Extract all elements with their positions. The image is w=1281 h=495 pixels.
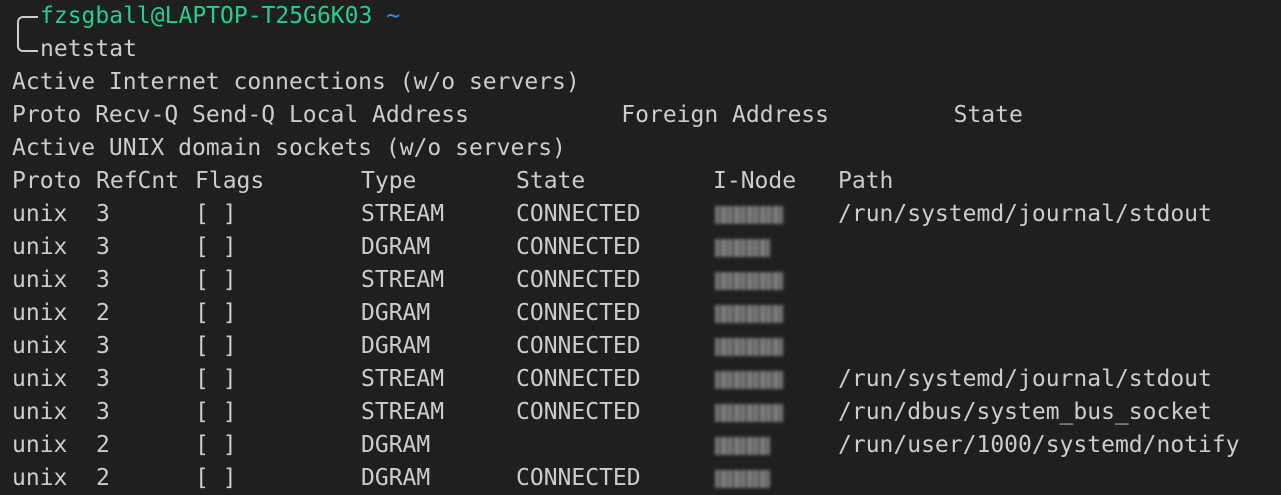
table-row: unix 3 [ ] STREAM CONNECTED/run/systemd/jour… — [0, 198, 1281, 231]
cell-flags: [ ] — [195, 465, 237, 491]
column-state: State — [516, 168, 586, 194]
cell-flags: [ ] — [195, 201, 237, 227]
cell-refcnt: 2 — [96, 465, 110, 491]
cell-flags: [ ] — [195, 267, 237, 293]
cell-state: CONNECTED — [516, 399, 641, 425]
redacted-inode — [715, 272, 783, 290]
cell-proto: unix — [12, 366, 68, 392]
cell-proto: unix — [12, 333, 68, 359]
cell-type: STREAM — [361, 366, 445, 392]
cell-proto: unix — [12, 399, 68, 425]
cell-refcnt: 3 — [96, 267, 110, 293]
terminal-window[interactable]: fzsgball@LAPTOP-T25G6K03 ~ netstat Activ… — [0, 0, 1281, 492]
cell-path: /run/dbus/system_bus_socket — [838, 399, 1212, 425]
cell-refcnt: 3 — [96, 399, 110, 425]
column-flags: Flags — [195, 168, 265, 194]
cell-refcnt: 3 — [96, 333, 110, 359]
inet-columns: Proto Recv-Q Send-Q Local Address Foreig… — [12, 102, 1023, 128]
cell-refcnt: 3 — [96, 201, 110, 227]
prompt-user-host: fzsgball@LAPTOP-T25G6K03 — [40, 3, 373, 29]
cell-state: CONNECTED — [516, 267, 641, 293]
cell-state: CONNECTED — [516, 234, 641, 260]
cell-state: CONNECTED — [516, 300, 641, 326]
cell-flags: [ ] — [195, 366, 237, 392]
cell-proto: unix — [12, 267, 68, 293]
redacted-inode — [715, 404, 783, 422]
cell-refcnt: 3 — [96, 366, 110, 392]
table-row: unix 2 [ ] DGRAM CONNECTED — [0, 297, 1281, 330]
cell-proto: unix — [12, 300, 68, 326]
column-type: Type — [361, 168, 417, 194]
table-row: unix 3 [ ] DGRAM CONNECTED — [0, 330, 1281, 363]
cell-type: STREAM — [361, 201, 445, 227]
cell-type: DGRAM — [361, 432, 431, 458]
column-refcnt: RefCnt — [96, 168, 180, 194]
cell-proto: unix — [12, 465, 68, 491]
column-inode: I-Node — [713, 168, 797, 194]
cell-path: /run/systemd/journal/stdout — [838, 201, 1212, 227]
redacted-inode — [715, 470, 770, 488]
table-row: unix 3 [ ] STREAM CONNECTED — [0, 264, 1281, 297]
table-row: unix 2 [ ] DGRAM/run/user/1000/systemd/noti… — [0, 429, 1281, 462]
cell-proto: unix — [12, 234, 68, 260]
cell-type: STREAM — [361, 267, 445, 293]
cell-state: CONNECTED — [516, 201, 641, 227]
prompt-cwd: ~ — [386, 3, 401, 29]
cell-type: STREAM — [361, 399, 445, 425]
cell-refcnt: 3 — [96, 234, 110, 260]
cell-type: DGRAM — [361, 465, 431, 491]
table-row: unix 2 [ ] DGRAM CONNECTED — [0, 462, 1281, 495]
cell-state: CONNECTED — [516, 366, 641, 392]
cell-type: DGRAM — [361, 333, 431, 359]
cell-proto: unix — [12, 432, 68, 458]
column-proto: Proto — [12, 168, 82, 194]
cell-flags: [ ] — [195, 234, 237, 260]
table-row: unix 3 [ ] STREAM CONNECTED/run/systemd/jour… — [0, 363, 1281, 396]
table-row: unix 3 [ ] DGRAM CONNECTED — [0, 231, 1281, 264]
redacted-inode — [715, 437, 770, 455]
cell-flags: [ ] — [195, 399, 237, 425]
redacted-inode — [715, 239, 770, 257]
redacted-inode — [715, 338, 783, 356]
table-row: unix 3 [ ] STREAM CONNECTED/run/dbus/system_… — [0, 396, 1281, 429]
prompt-line: fzsgball@LAPTOP-T25G6K03 ~ — [40, 0, 400, 33]
command-line: netstat — [40, 36, 137, 62]
cell-type: DGRAM — [361, 300, 431, 326]
cell-refcnt: 2 — [96, 300, 110, 326]
unix-header: Active UNIX domain sockets (w/o servers) — [12, 135, 566, 161]
cell-flags: [ ] — [195, 432, 237, 458]
cell-flags: [ ] — [195, 333, 237, 359]
prompt-bracket-bottom — [17, 33, 38, 52]
redacted-inode — [715, 206, 783, 224]
cell-proto: unix — [12, 201, 68, 227]
redacted-inode — [715, 371, 783, 389]
redacted-inode — [715, 305, 783, 323]
unix-columns-header: Proto RefCnt Flags Type State I-Node Pat… — [0, 165, 1281, 198]
cell-refcnt: 2 — [96, 432, 110, 458]
cell-path: /run/user/1000/systemd/notify — [838, 432, 1240, 458]
cell-type: DGRAM — [361, 234, 431, 260]
cell-state: CONNECTED — [516, 465, 641, 491]
inet-header: Active Internet connections (w/o servers… — [12, 69, 580, 95]
cell-state: CONNECTED — [516, 333, 641, 359]
column-path: Path — [838, 168, 894, 194]
cell-flags: [ ] — [195, 300, 237, 326]
cell-path: /run/systemd/journal/stdout — [838, 366, 1212, 392]
